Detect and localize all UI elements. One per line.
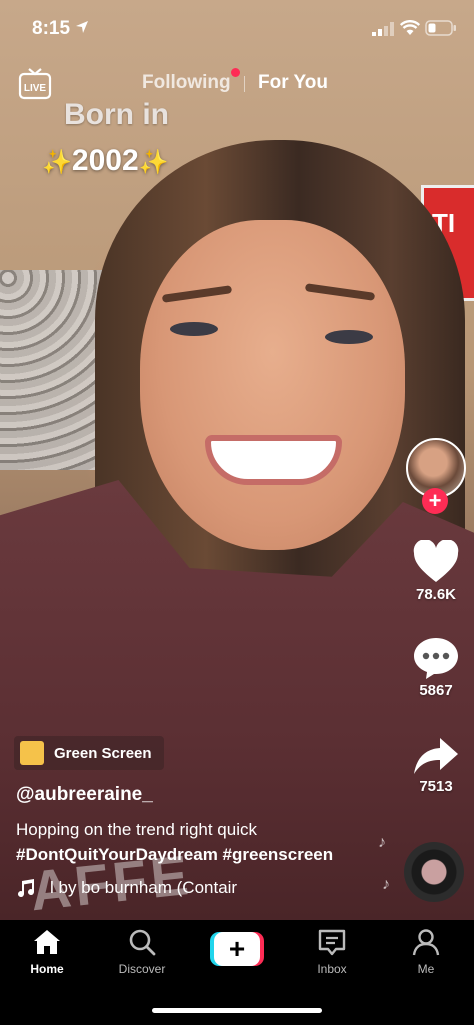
nav-discover-label: Discover xyxy=(118,962,166,976)
overlay-text-year: ✨2002✨ xyxy=(42,144,169,178)
bottom-nav: Home Discover + Inbox Me xyxy=(0,920,474,1025)
sparkles-icon: ✨ xyxy=(42,149,72,176)
creator-username[interactable]: @aubreeraine_ xyxy=(16,784,153,806)
profile-icon xyxy=(412,929,440,956)
like-button[interactable]: 78.6K xyxy=(410,540,462,603)
nav-discover[interactable]: Discover xyxy=(102,928,182,976)
music-title: l by bo burnham (Contair xyxy=(50,878,238,897)
nav-home-label: Home xyxy=(30,962,64,976)
home-icon xyxy=(34,930,60,954)
location-arrow-icon xyxy=(76,21,88,33)
video-eye-right xyxy=(325,330,373,344)
like-count: 78.6K xyxy=(415,586,457,603)
caption-hashtags[interactable]: #DontQuitYourDaydream #greenscreen xyxy=(16,845,333,865)
create-button[interactable]: + xyxy=(210,932,264,966)
plus-icon: + xyxy=(214,932,260,966)
nav-home[interactable]: Home xyxy=(7,928,87,976)
status-time: 8:15 xyxy=(32,18,71,39)
inbox-icon xyxy=(318,929,346,956)
overlay-text-born-in: Born in xyxy=(64,98,169,131)
home-indicator xyxy=(152,1008,322,1013)
wifi-icon xyxy=(400,20,420,35)
background-display-wall xyxy=(0,270,110,470)
sparkles-icon: ✨ xyxy=(138,149,169,176)
follow-plus-button[interactable]: + xyxy=(422,488,448,514)
overlay-year: 2002 xyxy=(71,144,139,177)
status-bar: 8:15 xyxy=(0,0,474,56)
tab-divider xyxy=(244,76,245,92)
effect-sparkle-icon xyxy=(20,741,44,765)
video-person-face xyxy=(140,220,405,550)
caption-text: Hopping on the trend right quick xyxy=(16,820,257,839)
heart-icon xyxy=(413,540,459,582)
video-player[interactable]: TI AFFE xyxy=(0,0,474,920)
video-eye-left xyxy=(170,322,218,336)
effect-label: Green Screen xyxy=(54,744,152,762)
comment-button[interactable]: 5867 xyxy=(410,636,462,699)
music-row[interactable]: l by bo burnham (Contair xyxy=(16,878,237,898)
nav-me[interactable]: Me xyxy=(386,928,466,976)
battery-icon xyxy=(425,20,456,36)
music-disc-button[interactable] xyxy=(404,842,464,902)
nav-inbox-label: Inbox xyxy=(317,962,347,976)
following-notification-dot xyxy=(231,68,240,77)
search-icon xyxy=(129,929,156,956)
music-note-icon: ♪ xyxy=(382,876,390,893)
tab-for-you[interactable]: For You xyxy=(258,72,328,94)
comment-count: 5867 xyxy=(419,682,453,699)
cellular-signal-icon xyxy=(372,22,394,36)
tab-following[interactable]: Following xyxy=(142,72,231,94)
nav-inbox[interactable]: Inbox xyxy=(292,928,372,976)
nav-me-label: Me xyxy=(417,962,435,976)
share-arrow-icon xyxy=(414,738,458,774)
video-smile xyxy=(205,435,342,485)
music-note-icon xyxy=(18,879,35,898)
music-note-icon: ♪ xyxy=(378,834,386,851)
share-button[interactable]: 7513 xyxy=(410,736,462,795)
effect-chip[interactable]: Green Screen xyxy=(14,736,164,770)
share-count: 7513 xyxy=(419,778,453,795)
comment-bubble-icon xyxy=(414,638,458,679)
